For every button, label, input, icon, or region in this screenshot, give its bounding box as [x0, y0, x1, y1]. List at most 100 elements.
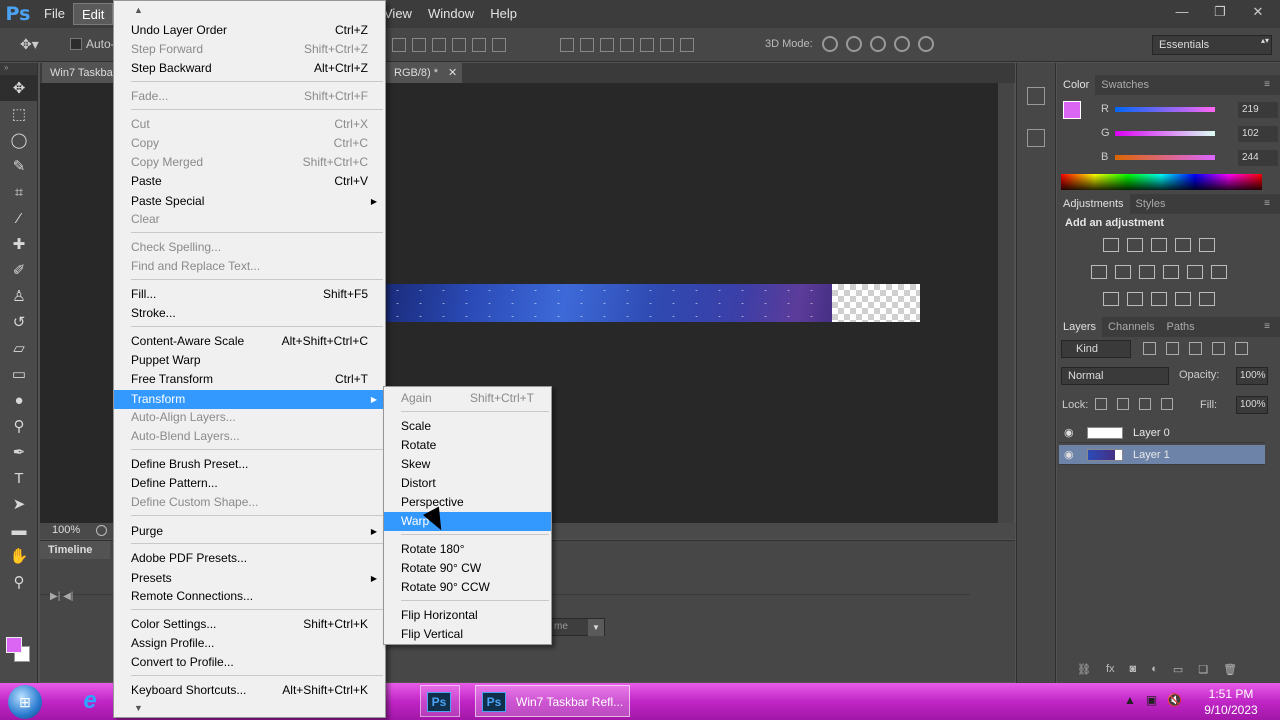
menu-item-paste[interactable]: Paste Ctrl+V	[114, 172, 385, 191]
layer-filter-kind[interactable]: Kind	[1061, 340, 1131, 358]
channel-mixer-icon[interactable]	[1187, 265, 1203, 279]
tab-paths[interactable]: Paths	[1161, 317, 1201, 337]
layer-name[interactable]: Layer 1	[1133, 449, 1170, 461]
levels-icon[interactable]	[1127, 238, 1143, 252]
tab-color[interactable]: Color	[1057, 75, 1096, 95]
eraser-tool-icon[interactable]: ▱	[0, 335, 38, 361]
color-balance-icon[interactable]	[1115, 265, 1131, 279]
filter-type-icon[interactable]	[1189, 342, 1202, 355]
menu-item-undo[interactable]: Undo Layer Order Ctrl+Z	[114, 21, 385, 40]
distribute-bottom-icon[interactable]	[600, 38, 614, 52]
path-selection-tool-icon[interactable]: ➤	[0, 491, 38, 517]
pan-3d-icon[interactable]	[870, 36, 886, 52]
vibrance-icon[interactable]	[1199, 238, 1215, 252]
align-middle-icon[interactable]	[412, 38, 426, 52]
slide-3d-icon[interactable]	[894, 36, 910, 52]
auto-select-checkbox[interactable]	[70, 38, 82, 50]
brightness-icon[interactable]	[1103, 238, 1119, 252]
submenu-item-warp[interactable]: Warp	[384, 512, 551, 531]
menu-item-fill[interactable]: Fill... Shift+F5	[114, 285, 385, 304]
shape-tool-icon[interactable]: ▬	[0, 517, 38, 543]
lasso-tool-icon[interactable]: ◯	[0, 127, 38, 153]
distribute-right-icon[interactable]	[660, 38, 674, 52]
auto-align-icon[interactable]	[680, 38, 694, 52]
tab-layers[interactable]: Layers	[1057, 317, 1103, 337]
delete-layer-icon[interactable]: 🗑	[1223, 663, 1237, 676]
color-panel-foreground[interactable]	[1063, 101, 1081, 119]
submenu-item-distort[interactable]: Distort	[384, 474, 551, 493]
blend-mode-select[interactable]: Normal	[1061, 367, 1169, 385]
menu-edit[interactable]: Edit	[72, 3, 114, 25]
menu-item-presets[interactable]: Presets ▶	[114, 569, 385, 588]
new-layer-icon[interactable]: ❏	[1198, 663, 1208, 676]
eyedropper-tool-icon[interactable]: ⁄	[0, 205, 38, 231]
exposure-icon[interactable]	[1175, 238, 1191, 252]
submenu-item-perspective[interactable]: Perspective	[384, 493, 551, 512]
menu-window[interactable]: Window	[420, 3, 482, 25]
add-mask-icon[interactable]: ◙	[1130, 663, 1137, 676]
menu-item-step-backward[interactable]: Step Backward Alt+Ctrl+Z	[114, 59, 385, 78]
submenu-item-flip-vertical[interactable]: Flip Vertical	[384, 625, 551, 644]
panel-menu-icon[interactable]: ≡	[1258, 75, 1276, 95]
eye-icon[interactable]: ◉	[1064, 426, 1074, 439]
lock-transparent-icon[interactable]	[1095, 398, 1107, 410]
menu-item-color-settings[interactable]: Color Settings... Shift+Ctrl+K	[114, 615, 385, 634]
brush-tool-icon[interactable]: ✐	[0, 257, 38, 283]
chevron-down-icon[interactable]: ▼	[588, 619, 604, 636]
layer-row[interactable]: ◉ Layer 0	[1059, 423, 1265, 443]
menu-item-assign-profile[interactable]: Assign Profile...	[114, 634, 385, 653]
layer-name[interactable]: Layer 0	[1133, 427, 1170, 439]
roll-3d-icon[interactable]	[846, 36, 862, 52]
history-panel-icon[interactable]	[1027, 87, 1045, 105]
history-brush-tool-icon[interactable]: ↺	[0, 309, 38, 335]
menu-help[interactable]: Help	[482, 3, 525, 25]
menu-item-stroke[interactable]: Stroke...	[114, 304, 385, 323]
tab-styles[interactable]: Styles	[1130, 194, 1172, 214]
menu-item-define-pattern[interactable]: Define Pattern...	[114, 474, 385, 493]
status-info-icon[interactable]	[96, 525, 107, 536]
type-tool-icon[interactable]: T	[0, 465, 38, 491]
submenu-item-skew[interactable]: Skew	[384, 455, 551, 474]
canvas-image-layer[interactable]	[386, 284, 832, 322]
move-tool-preset-icon[interactable]: ✥▾	[20, 36, 39, 53]
menu-item-puppet-warp[interactable]: Puppet Warp	[114, 351, 385, 370]
menu-item-convert-profile[interactable]: Convert to Profile...	[114, 653, 385, 672]
timeline-play-controls-icon[interactable]: ▶| ◀|	[50, 591, 73, 602]
blue-track[interactable]	[1115, 155, 1215, 160]
menu-item-remote-connections[interactable]: Remote Connections...	[114, 587, 385, 606]
minimize-icon[interactable]: —	[1170, 2, 1194, 22]
marquee-tool-icon[interactable]: ⬚	[0, 101, 38, 127]
menu-item-keyboard-shortcuts[interactable]: Keyboard Shortcuts... Alt+Shift+Ctrl+K	[114, 681, 385, 700]
red-track[interactable]	[1115, 107, 1215, 112]
taskbar-active-window-button[interactable]: Ps Win7 Taskbar Refl...	[475, 685, 630, 717]
new-adjustment-icon[interactable]: ◐	[1151, 663, 1158, 676]
healing-brush-tool-icon[interactable]: ✚	[0, 231, 38, 257]
blue-slider[interactable]: B 244	[1101, 149, 1278, 171]
clone-stamp-tool-icon[interactable]: ♙	[0, 283, 38, 309]
scale-3d-icon[interactable]	[918, 36, 934, 52]
distribute-left-icon[interactable]	[620, 38, 634, 52]
filter-pixel-icon[interactable]	[1143, 342, 1156, 355]
document-close-icon[interactable]: ✕	[448, 63, 457, 83]
hand-tool-icon[interactable]: ✋	[0, 543, 38, 569]
blue-value[interactable]: 244	[1238, 150, 1278, 166]
panel-menu-icon[interactable]: ≡	[1258, 194, 1276, 214]
tab-swatches[interactable]: Swatches	[1095, 75, 1155, 95]
zoom-tool-icon[interactable]: ⚲	[0, 569, 38, 595]
fill-input[interactable]: 100%	[1236, 396, 1268, 414]
pen-tool-icon[interactable]: ✒	[0, 439, 38, 465]
taskbar-clock[interactable]: 1:51 PM 9/10/2023	[1196, 686, 1266, 718]
threshold-icon[interactable]	[1151, 292, 1167, 306]
tools-collapse-icon[interactable]: »	[0, 63, 37, 75]
auto-select-option[interactable]: Auto-	[70, 37, 115, 51]
scroll-down-icon[interactable]: ▼	[134, 703, 143, 713]
color-lookup-icon[interactable]	[1211, 265, 1227, 279]
quick-selection-tool-icon[interactable]: ✎	[0, 153, 38, 179]
gradient-map-icon[interactable]	[1199, 292, 1215, 306]
close-icon[interactable]: ✕	[1246, 2, 1270, 22]
menu-item-paste-special[interactable]: Paste Special ▶	[114, 192, 385, 211]
new-group-icon[interactable]: ▭	[1173, 663, 1183, 676]
fx-icon[interactable]: fx	[1106, 663, 1115, 676]
start-button-icon[interactable]: ⊞	[8, 685, 42, 719]
menu-item-free-transform[interactable]: Free Transform Ctrl+T	[114, 370, 385, 389]
